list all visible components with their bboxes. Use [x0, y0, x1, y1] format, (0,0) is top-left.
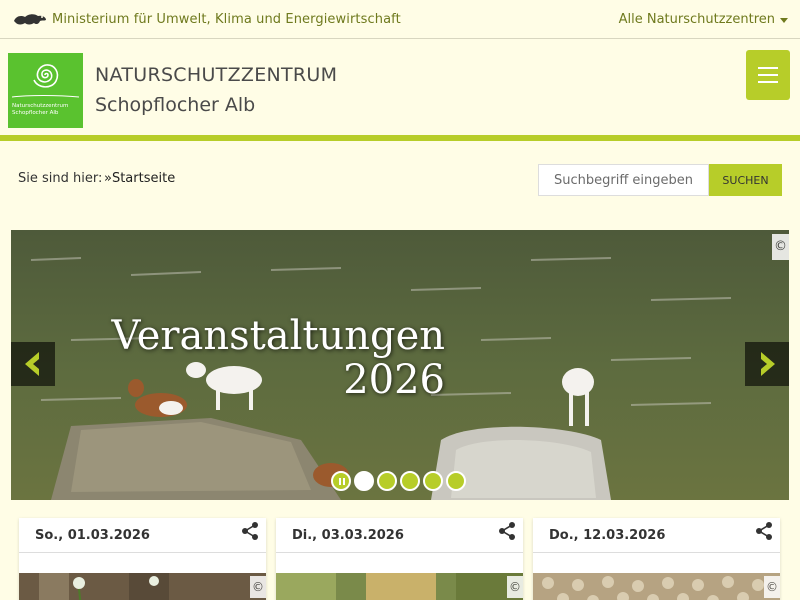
copyright-badge[interactable]: © [507, 576, 523, 598]
logo-text: Naturschutzzentrum Schopflocher Alb [12, 103, 68, 117]
event-image [19, 573, 266, 600]
slide-title-line2: 2026 [343, 357, 445, 403]
breadcrumb-label: Sie sind hier: [18, 171, 103, 186]
slider-dot[interactable] [423, 471, 443, 491]
copyright-badge[interactable]: © [772, 234, 789, 260]
slider-next-button[interactable] [745, 342, 789, 386]
site-logo[interactable]: Naturschutzzentrum Schopflocher Alb [8, 53, 83, 128]
site-title: NATURSCHUTZZENTRUM [95, 64, 338, 86]
hamburger-icon-bar [758, 81, 778, 83]
site-subtitle: Schopflocher Alb [95, 94, 256, 116]
hamburger-icon [758, 67, 778, 69]
breadcrumb-home-link[interactable]: »Startseite [104, 171, 175, 186]
hero-slider: Veranstaltungen 2026 © [11, 230, 789, 500]
slider-dot[interactable] [354, 471, 374, 491]
hamburger-icon-bar [758, 74, 778, 76]
slide-title[interactable]: Veranstaltungen 2026 [11, 313, 446, 403]
card-divider [533, 552, 780, 553]
header-divider [0, 135, 800, 141]
slider-dot[interactable] [446, 471, 466, 491]
share-icon[interactable] [754, 521, 774, 541]
slide-title-line1: Veranstaltungen [111, 313, 446, 359]
slider-dot[interactable] [377, 471, 397, 491]
chevron-left-icon [25, 352, 39, 376]
event-image [533, 573, 780, 600]
slider-dots [331, 471, 469, 491]
copyright-badge[interactable]: © [250, 576, 266, 598]
card-divider [19, 552, 266, 553]
menu-button[interactable] [746, 50, 790, 100]
chevron-down-icon [780, 17, 788, 23]
copyright-badge[interactable]: © [764, 576, 780, 598]
ministry-link[interactable]: Ministerium für Umwelt, Klima und Energi… [12, 10, 401, 28]
share-icon[interactable] [497, 521, 517, 541]
card-divider [276, 552, 523, 553]
pause-icon[interactable] [331, 471, 351, 491]
slider-prev-button[interactable] [11, 342, 55, 386]
event-date: Di., 03.03.2026 [292, 528, 404, 543]
search-input[interactable] [538, 164, 709, 196]
top-bar: Ministerium für Umwelt, Klima und Energi… [0, 0, 800, 39]
event-card[interactable]: Do., 12.03.2026 © [533, 518, 780, 600]
event-date: Do., 12.03.2026 [549, 528, 666, 543]
slider-dot[interactable] [400, 471, 420, 491]
logo-text-line2: Schopflocher Alb [12, 110, 59, 116]
logo-text-line1: Naturschutzzentrum [12, 103, 69, 109]
all-centers-label: Alle Naturschutzzentren [618, 12, 775, 27]
event-image [276, 573, 523, 600]
event-card[interactable]: Di., 03.03.2026 © [276, 518, 523, 600]
state-lion-icon [14, 14, 46, 25]
spiral-logo-icon [11, 64, 80, 98]
chevron-right-icon [761, 352, 775, 376]
share-icon[interactable] [240, 521, 260, 541]
all-centers-dropdown[interactable]: Alle Naturschutzzentren [619, 12, 788, 27]
ministry-name: Ministerium für Umwelt, Klima und Energi… [52, 11, 401, 27]
site-header: Naturschutzzentrum Schopflocher Alb NATU… [0, 40, 800, 137]
event-card[interactable]: So., 01.03.2026 © [19, 518, 266, 600]
search-button[interactable]: SUCHEN [709, 164, 782, 196]
event-date: So., 01.03.2026 [35, 528, 150, 543]
